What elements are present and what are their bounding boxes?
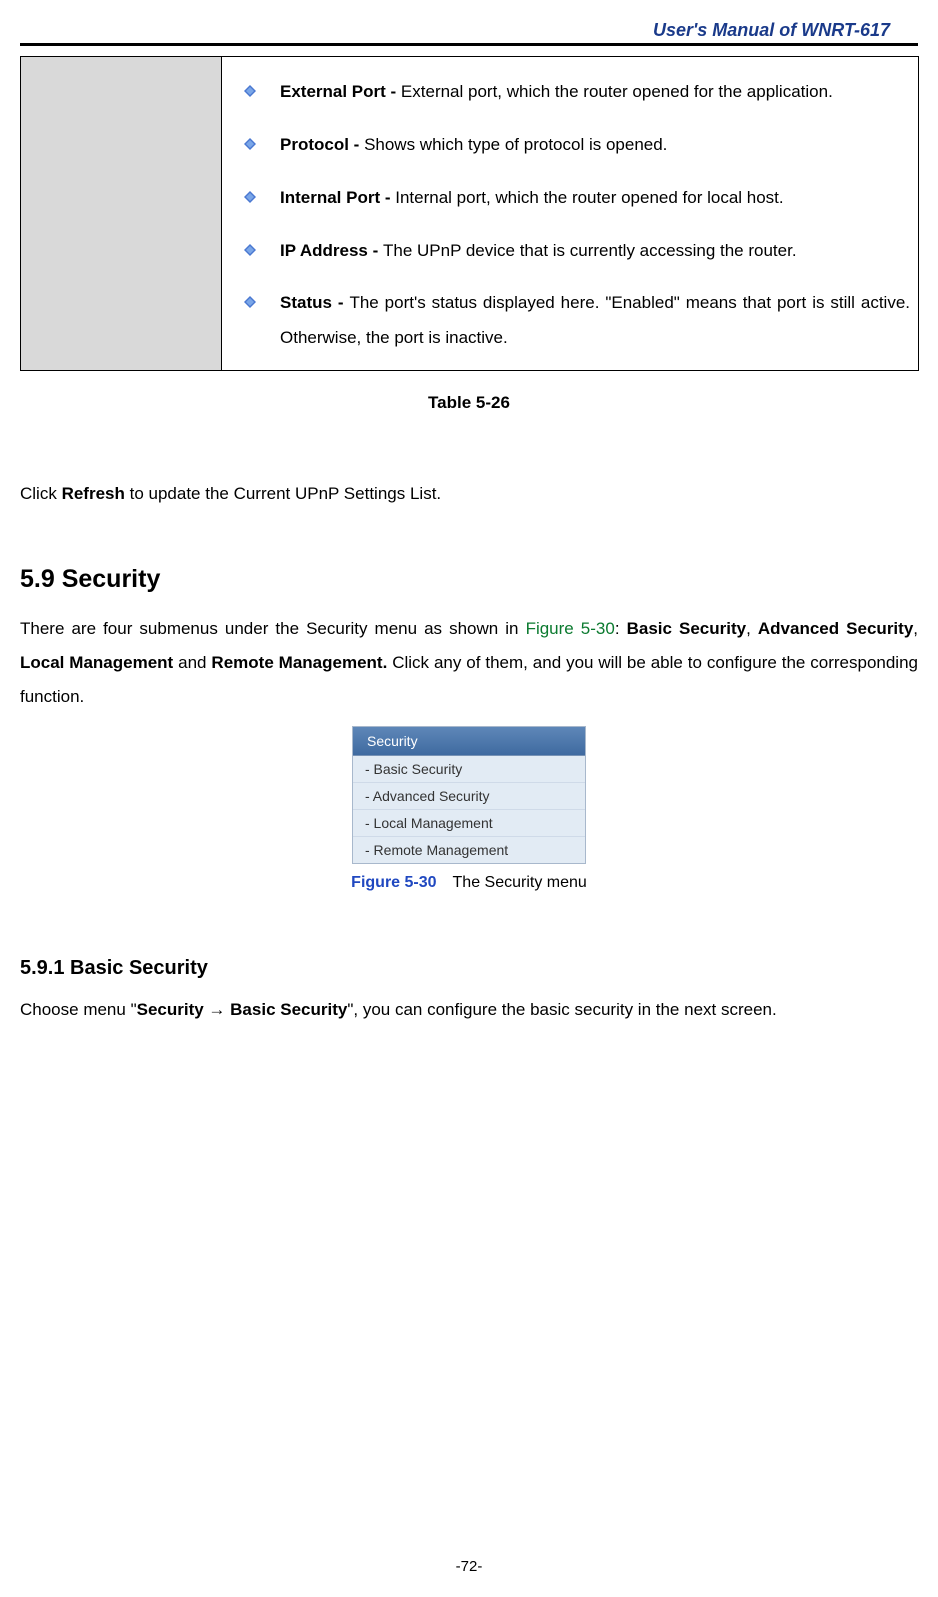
diamond-icon	[244, 191, 256, 203]
subsection-paragraph: Choose menu "Security → Basic Security",…	[20, 994, 918, 1026]
section-intro-paragraph: There are four submenus under the Securi…	[20, 612, 918, 714]
bullet-internal-port: Internal Port - Internal port, which the…	[238, 181, 910, 216]
menu-item-advanced-security[interactable]: - Advanced Security	[353, 782, 585, 809]
term-label: Protocol -	[280, 135, 364, 154]
term-label: Internal Port -	[280, 188, 395, 207]
submenu-basic-security: Basic Security	[627, 619, 747, 638]
figure-link[interactable]: Figure 5-30	[526, 619, 615, 638]
p-text: and	[173, 653, 211, 672]
bullet-protocol: Protocol - Shows which type of protocol …	[238, 128, 910, 163]
submenu-local-management: Local Management	[20, 653, 173, 672]
menu-item-remote-management[interactable]: - Remote Management	[353, 836, 585, 863]
menu-header-security[interactable]: Security	[353, 727, 585, 756]
bullet-external-port: External Port - External port, which the…	[238, 75, 910, 110]
p-text: Choose menu "	[20, 1000, 137, 1019]
term-desc: External port, which the router opened f…	[401, 82, 833, 101]
term-desc: The port's status displayed here. "Enabl…	[280, 293, 910, 347]
arrow-icon: →	[204, 1000, 230, 1019]
term-desc: Internal port, which the router opened f…	[395, 188, 783, 207]
term-desc: The UPnP device that is currently access…	[383, 241, 797, 260]
subsection-heading-basic-security: 5.9.1 Basic Security	[20, 957, 918, 980]
refresh-bold: Refresh	[62, 484, 125, 503]
figure-label: Figure 5-30	[351, 874, 436, 891]
diamond-icon	[244, 244, 256, 256]
bullet-ip-address: IP Address - The UPnP device that is cur…	[238, 234, 910, 269]
text-pre: Click	[20, 484, 62, 503]
p-text: ,	[913, 619, 918, 638]
p-text: ,	[746, 619, 758, 638]
submenu-remote-management: Remote Management.	[211, 653, 387, 672]
menu-item-basic-security[interactable]: - Basic Security	[353, 756, 585, 782]
bullet-status: Status - The port's status displayed her…	[238, 286, 910, 356]
p-text: There are four submenus under the Securi…	[20, 619, 526, 638]
text-post: to update the Current UPnP Settings List…	[125, 484, 441, 503]
p-text: :	[615, 619, 627, 638]
figure-caption-text: The Security menu	[453, 874, 587, 891]
page-number: -72-	[0, 1558, 938, 1575]
term-desc: Shows which type of protocol is opened.	[364, 135, 667, 154]
menu-item-local-management[interactable]: - Local Management	[353, 809, 585, 836]
table-definitions-cell: External Port - External port, which the…	[222, 57, 919, 371]
page-header-title: User's Manual of WNRT-617	[10, 20, 928, 41]
term-label: IP Address -	[280, 241, 383, 260]
menu-path-basic-security: Basic Security	[230, 1000, 347, 1019]
header-divider	[20, 43, 918, 46]
menu-path-security: Security	[137, 1000, 204, 1019]
diamond-icon	[244, 138, 256, 150]
figure-caption: Figure 5-30 The Security menu	[10, 874, 928, 892]
table-caption: Table 5-26	[10, 393, 928, 413]
definitions-table: External Port - External port, which the…	[20, 56, 919, 371]
term-label: External Port -	[280, 82, 401, 101]
diamond-icon	[244, 296, 256, 308]
section-heading-security: 5.9 Security	[20, 565, 918, 594]
security-menu-figure: Security - Basic Security - Advanced Sec…	[352, 726, 586, 864]
term-label: Status -	[280, 293, 349, 312]
refresh-instruction: Click Refresh to update the Current UPnP…	[20, 478, 918, 510]
table-left-placeholder	[21, 57, 222, 371]
submenu-advanced-security: Advanced Security	[758, 619, 913, 638]
p-text: ", you can configure the basic security …	[347, 1000, 776, 1019]
diamond-icon	[244, 85, 256, 97]
